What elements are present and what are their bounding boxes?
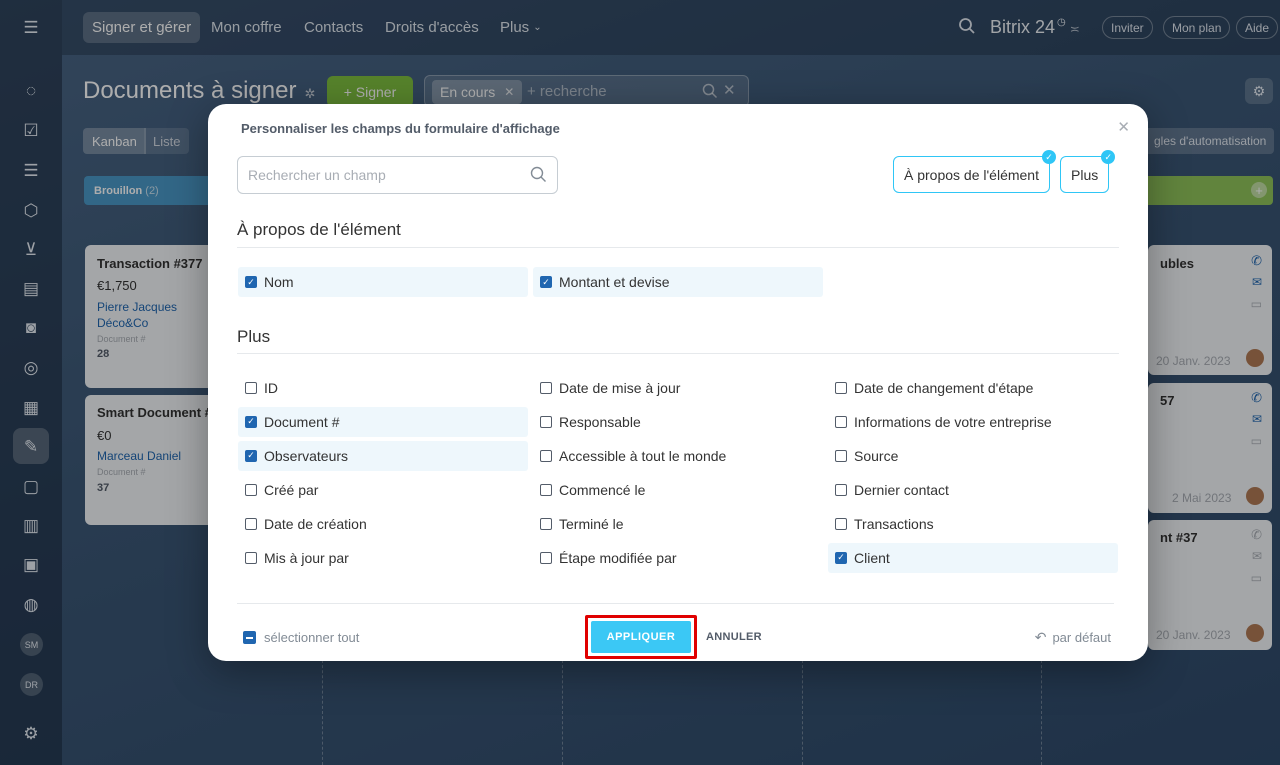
field-label: Date de mise à jour bbox=[559, 380, 681, 396]
field-label: Date de création bbox=[264, 515, 367, 532]
reset-default-label: par défaut bbox=[1052, 630, 1111, 645]
section-toggle-more[interactable]: Plus ✓ bbox=[1060, 150, 1116, 193]
divider bbox=[237, 247, 1119, 248]
field-label: Transactions bbox=[854, 515, 934, 532]
unchecked-checkbox-icon[interactable] bbox=[540, 415, 552, 428]
field-checkbox[interactable]: Source bbox=[828, 441, 1118, 471]
field-checkbox[interactable]: Responsable bbox=[533, 407, 823, 437]
field-label: Source bbox=[854, 447, 899, 464]
divider bbox=[237, 353, 1119, 354]
field-label: Document # bbox=[264, 413, 340, 430]
field-label: Dernier contact bbox=[854, 481, 949, 498]
unchecked-checkbox-icon[interactable] bbox=[835, 382, 847, 394]
unchecked-checkbox-icon[interactable] bbox=[835, 517, 847, 530]
field-search-input[interactable] bbox=[238, 157, 508, 193]
unchecked-checkbox-icon[interactable] bbox=[245, 517, 257, 530]
field-checkbox[interactable]: ✓ Nom bbox=[238, 267, 528, 297]
field-checkbox[interactable]: Transactions bbox=[828, 509, 1118, 539]
field-checkbox[interactable]: Date de changement d'étape bbox=[828, 373, 1118, 403]
field-label: Mis à jour par bbox=[264, 549, 349, 566]
field-checkbox[interactable]: Date de création bbox=[238, 509, 528, 539]
unchecked-checkbox-icon[interactable] bbox=[540, 382, 552, 394]
field-label: Informations de votre entreprise bbox=[854, 413, 1052, 430]
field-label: Nom bbox=[264, 274, 294, 290]
unchecked-checkbox-icon[interactable] bbox=[245, 483, 257, 496]
field-checkbox[interactable]: Créé par bbox=[238, 475, 528, 505]
field-checkbox[interactable]: ✓ Document # bbox=[238, 406, 528, 437]
checked-checkbox-icon[interactable]: ✓ bbox=[245, 449, 257, 462]
field-label: Commencé le bbox=[559, 481, 646, 498]
select-all-checkbox[interactable]: sélectionner tout bbox=[243, 630, 359, 645]
select-all-label: sélectionner tout bbox=[264, 630, 360, 645]
field-label: Montant et devise bbox=[559, 274, 670, 290]
unchecked-checkbox-icon[interactable] bbox=[835, 415, 847, 428]
field-label: Responsable bbox=[559, 413, 641, 430]
unchecked-checkbox-icon[interactable] bbox=[245, 382, 257, 394]
field-label: Client bbox=[854, 549, 890, 566]
checked-checkbox-icon[interactable]: ✓ bbox=[835, 551, 847, 564]
cancel-button[interactable]: ANNULER bbox=[706, 631, 762, 643]
apply-highlight-frame: APPLIQUER bbox=[585, 615, 697, 659]
dialog-title: Personnaliser les champs du formulaire d… bbox=[241, 121, 560, 136]
field-checkbox[interactable]: ID bbox=[238, 373, 528, 403]
field-checkbox[interactable]: Dernier contact bbox=[828, 475, 1118, 505]
field-checkbox[interactable]: ✓ Observateurs bbox=[238, 440, 528, 471]
section-toggle-about[interactable]: À propos de l'élément ✓ bbox=[893, 150, 1056, 193]
field-checkbox[interactable]: Date de mise à jour bbox=[533, 373, 823, 403]
unchecked-checkbox-icon[interactable] bbox=[835, 449, 847, 462]
field-checkbox[interactable]: ✓ Client bbox=[828, 542, 1118, 573]
unchecked-checkbox-icon[interactable] bbox=[835, 483, 847, 496]
apply-button[interactable]: APPLIQUER bbox=[591, 621, 691, 653]
unchecked-checkbox-icon[interactable] bbox=[245, 551, 257, 564]
field-label: Observateurs bbox=[264, 447, 349, 464]
field-label: Date de changement d'étape bbox=[854, 380, 1034, 396]
section-title-about: À propos de l'élément bbox=[237, 220, 401, 239]
unchecked-checkbox-icon[interactable] bbox=[540, 551, 552, 564]
checked-checkbox-icon[interactable]: ✓ bbox=[540, 276, 552, 288]
divider bbox=[237, 603, 1114, 604]
field-label: Créé par bbox=[264, 481, 319, 498]
section-toggle-about-label: À propos de l'élément bbox=[904, 166, 1039, 183]
check-icon: ✓ bbox=[1041, 150, 1056, 164]
unchecked-checkbox-icon[interactable] bbox=[540, 449, 552, 462]
field-checkbox[interactable]: Mis à jour par bbox=[238, 543, 528, 573]
check-icon: ✓ bbox=[1101, 150, 1116, 164]
field-checkbox[interactable]: Informations de votre entreprise bbox=[828, 407, 1118, 437]
field-checkbox[interactable]: Terminé le bbox=[533, 509, 823, 539]
close-icon[interactable]: ✕ bbox=[1117, 118, 1130, 136]
field-label: Terminé le bbox=[559, 515, 624, 532]
field-search[interactable] bbox=[237, 156, 558, 194]
checked-checkbox-icon[interactable]: ✓ bbox=[245, 415, 257, 428]
field-checkbox[interactable]: Accessible à tout le monde bbox=[533, 441, 823, 471]
undo-icon: ↶ bbox=[1034, 629, 1047, 645]
field-checkbox[interactable]: ✓ Montant et devise bbox=[533, 267, 823, 297]
field-checkbox[interactable]: Commencé le bbox=[533, 475, 823, 505]
reset-default-button[interactable]: ↶ par défaut bbox=[1035, 629, 1111, 646]
section-title-more: Plus bbox=[237, 327, 271, 346]
field-label: Étape modifiée par bbox=[559, 549, 677, 566]
unchecked-checkbox-icon[interactable] bbox=[540, 517, 552, 530]
field-settings-dialog: Personnaliser les champs du formulaire d… bbox=[208, 104, 1148, 661]
field-label: Accessible à tout le monde bbox=[559, 447, 727, 464]
field-label: ID bbox=[264, 380, 278, 396]
unchecked-checkbox-icon[interactable] bbox=[540, 483, 552, 496]
field-checkbox[interactable]: Étape modifiée par bbox=[533, 543, 823, 573]
section-toggle-more-label: Plus bbox=[1071, 166, 1099, 183]
indeterminate-checkbox-icon bbox=[243, 631, 256, 644]
checked-checkbox-icon[interactable]: ✓ bbox=[245, 276, 257, 288]
search-icon[interactable] bbox=[530, 166, 547, 188]
